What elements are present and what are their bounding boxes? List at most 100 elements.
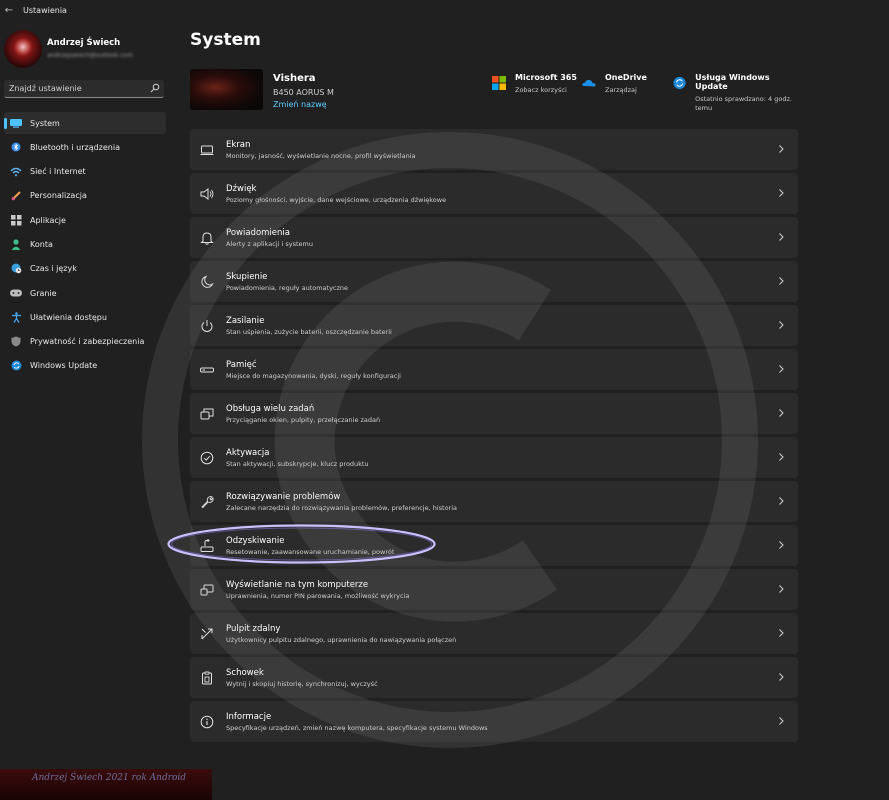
setting-title: Pulpit zdalny [226,624,281,634]
sidebar-item-bluetooth[interactable]: Bluetooth i urządzenia [4,136,166,158]
user-profile[interactable]: Andrzej Świech andrzejswiech@outlook.com [4,30,172,75]
sidebar-item-network[interactable]: Sieć i Internet [4,161,166,183]
setting-title: Obsługa wielu zadań [226,404,315,414]
check-circle-icon [200,451,214,465]
sidebar: Andrzej Świech andrzejswiech@outlook.com… [0,20,172,800]
setting-notifications[interactable]: Powiadomienia Alerty z aplikacji i syste… [190,217,798,258]
accessibility-icon [10,311,22,323]
setting-power[interactable]: Zasilanie Stan uśpienia, zużycie baterii… [190,305,798,346]
chevron-right-icon [779,277,784,285]
sidebar-item-label: System [30,118,60,128]
device-wallpaper-thumbnail [190,69,263,110]
search-icon[interactable] [150,83,160,93]
wrench-icon [201,496,214,509]
user-email: andrzejswiech@outlook.com [47,52,133,59]
recovery-icon [200,539,214,552]
setting-troubleshoot[interactable]: Rozwiązywanie problemów Zalecane narzędz… [190,481,798,522]
chevron-right-icon [779,145,784,153]
setting-title: Powiadomienia [226,228,290,238]
rename-link[interactable]: Zmień nazwę [273,100,327,109]
bell-icon [200,232,214,245]
sidebar-item-label: Windows Update [30,361,98,371]
chevron-right-icon [779,365,784,373]
quick-title: OneDrive [605,73,647,82]
onedrive-icon [582,79,596,87]
windows-update-icon [10,360,22,372]
shield-icon [10,336,22,348]
sidebar-item-privacy[interactable]: Prywatność i zabezpieczenia [4,331,166,353]
windows-update-icon [673,76,686,90]
setting-title: Ekran [226,140,251,150]
remote-desktop-icon [201,628,213,640]
speaker-icon [200,188,214,200]
sidebar-item-label: Ułatwienia dostępu [30,312,107,322]
quick-subtitle: Zarządzaj [605,86,637,94]
project-icon [200,584,214,596]
author-logo: Andrzej Świech 2021 rok Android [0,769,212,800]
main-content: System Vishera B450 AORUS M Zmień nazwę … [190,20,798,800]
search-input[interactable] [9,82,144,95]
setting-description: Poziomy głośności, wyjście, dane wejścio… [226,196,447,204]
setting-clipboard[interactable]: Schowek Wytnij i skopiuj historię, synch… [190,657,798,698]
chevron-right-icon [779,717,784,725]
setting-description: Monitory, jasność, wyświetlanie nocne, p… [226,152,416,160]
setting-title: Zasilanie [226,316,265,326]
setting-title: Rozwiązywanie problemów [226,492,341,502]
chevron-right-icon [779,233,784,241]
setting-storage[interactable]: Pamięć Miejsce do magazynowania, dyski, … [190,349,798,390]
setting-activation[interactable]: Aktywacja Stan aktywacji, subskrypcje, k… [190,437,798,478]
sidebar-item-label: Personalizacja [30,191,87,201]
display-icon [200,145,214,155]
chevron-right-icon [779,321,784,329]
avatar [4,30,42,68]
sidebar-item-apps[interactable]: Aplikacje [4,209,166,231]
sidebar-item-label: Bluetooth i urządzenia [30,142,120,152]
quick-microsoft-365[interactable]: Microsoft 365 Zobacz korzyści [492,73,577,109]
bluetooth-icon [10,141,22,153]
setting-recovery[interactable]: Odzyskiwanie Resetowanie, zaawansowane u… [190,525,798,566]
setting-focus[interactable]: Skupienie Powiadomienia, reguły automaty… [190,261,798,302]
setting-description: Specyfikacje urządzeń, zmień nazwę kompu… [226,724,488,732]
window-title: Ustawienia [23,5,67,15]
sidebar-item-system[interactable]: System [4,112,166,134]
sidebar-item-label: Prywatność i zabezpieczenia [30,337,145,347]
chevron-right-icon [779,541,784,549]
setting-multitasking[interactable]: Obsługa wielu zadań Przyciąganie okien, … [190,393,798,434]
setting-description: Miejsce do magazynowania, dyski, reguły … [226,372,401,380]
sidebar-item-accessibility[interactable]: Ułatwienia dostępu [4,306,166,328]
power-icon [201,320,213,332]
quick-subtitle: Ostatnio sprawdzano: 4 godz. temu [695,95,792,112]
settings-window: ← Ustawienia Andrzej Świech andrzejswiec… [0,0,889,800]
sidebar-item-windows-update[interactable]: Windows Update [4,355,166,377]
quick-onedrive[interactable]: OneDrive Zarządzaj [582,73,647,109]
setting-title: Odzyskiwanie [226,536,285,546]
multitask-icon [200,408,214,420]
setting-title: Aktywacja [226,448,270,458]
setting-sound[interactable]: Dźwięk Poziomy głośności, wyjście, dane … [190,173,798,214]
search-box[interactable] [4,80,164,98]
setting-remote-desktop[interactable]: Pulpit zdalny Użytkownicy pulpitu zdalne… [190,613,798,654]
sidebar-item-time-language[interactable]: Czas i język [4,258,166,280]
page-title: System [190,30,261,50]
setting-about[interactable]: Informacje Specyfikacje urządzeń, zmień … [190,701,798,742]
gamepad-icon [10,287,22,299]
sidebar-item-gaming[interactable]: Granie [4,282,166,304]
setting-display[interactable]: Ekran Monitory, jasność, wyświetlanie no… [190,129,798,170]
setting-title: Skupienie [226,272,268,282]
quick-title: Microsoft 365 [515,73,577,82]
wifi-icon [10,166,22,178]
apps-icon [10,214,22,226]
setting-title: Schowek [226,668,264,678]
sidebar-item-label: Granie [30,288,57,298]
sidebar-item-label: Sieć i Internet [30,167,86,177]
back-arrow-icon[interactable]: ← [1,5,17,16]
setting-projecting[interactable]: Wyświetlanie na tym komputerze Uprawnien… [190,569,798,610]
setting-title: Pamięć [226,360,257,370]
setting-description: Uprawnienia, numer PIN parowania, możliw… [226,592,410,600]
sidebar-item-accounts[interactable]: Konta [4,233,166,255]
sidebar-item-personalization[interactable]: Personalizacja [4,185,166,207]
microsoft-logo-icon [492,76,506,90]
brush-icon [10,190,22,202]
quick-subtitle: Zobacz korzyści [515,86,567,94]
quick-windows-update[interactable]: Usługa Windows Update Ostatnio sprawdzan… [673,73,798,112]
